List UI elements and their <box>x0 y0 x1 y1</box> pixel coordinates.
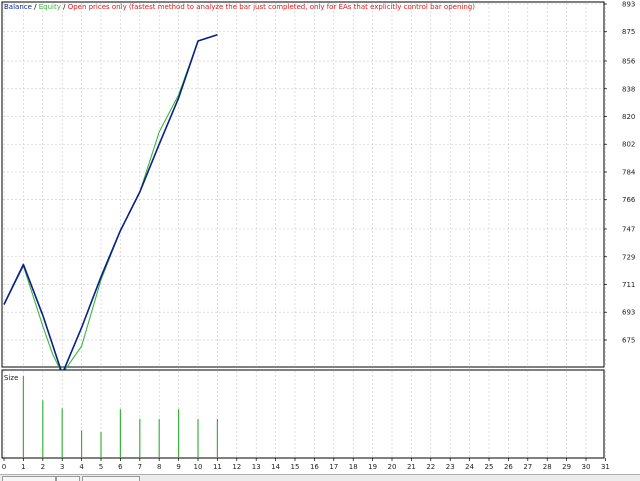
x-tick-label: 21 <box>407 463 416 471</box>
x-tick-label: 17 <box>329 463 338 471</box>
x-tick-label: 7 <box>138 463 142 471</box>
y-tick-label: 747 <box>622 226 635 234</box>
x-tick-label: 5 <box>99 463 103 471</box>
x-tick-label: 13 <box>252 463 261 471</box>
legend-balance: Balance <box>4 3 32 11</box>
x-tick-label: 31 <box>601 463 610 471</box>
x-tick-label: 6 <box>118 463 123 471</box>
x-tick-label: 14 <box>271 463 280 471</box>
tab-graph[interactable] <box>82 476 140 481</box>
y-tick-label: 675 <box>622 336 635 344</box>
x-tick-label: 16 <box>310 463 319 471</box>
x-tick-label: 2 <box>41 463 45 471</box>
x-tick-label: 27 <box>523 463 532 471</box>
y-tick-label: 729 <box>622 253 635 261</box>
legend-separator: / <box>61 3 68 11</box>
backtest-chart: 675693711729747766784802820838856875893 … <box>1 1 636 471</box>
x-tick-label: 0 <box>2 463 6 471</box>
x-tick-label: 4 <box>79 463 84 471</box>
equity-y-axis: 675 693 711 729 747 766 784 802 820 838 856 875 893 <box>604 1 636 344</box>
y-tick-label: 875 <box>622 28 635 36</box>
x-tick-label: 23 <box>446 463 455 471</box>
x-tick-label: 3 <box>60 463 64 471</box>
y-tick-label: 766 <box>622 196 636 204</box>
y-tick-label: 802 <box>622 141 635 149</box>
x-tick-label: 25 <box>485 463 494 471</box>
x-tick-label: 18 <box>349 463 358 471</box>
y-tick-label: 784 <box>622 168 636 176</box>
legend-equity: Equity <box>39 3 61 11</box>
legend-test-mode: Open prices only (fastest method to anal… <box>68 3 476 11</box>
size-panel-label: Size <box>4 374 18 382</box>
x-tick-label: 11 <box>213 463 222 471</box>
x-tick-label: 28 <box>543 463 552 471</box>
x-tick-label: 26 <box>504 463 513 471</box>
x-tick-label: 1 <box>21 463 25 471</box>
x-tick-label: 30 <box>582 463 591 471</box>
x-tick-label: 15 <box>291 463 300 471</box>
x-tick-label: 9 <box>176 463 180 471</box>
x-axis: 0 1 2 3 4 5 6 7 8 9 10 11 12 13 14 15 16 17 18 19 20 21 22 23 24… <box>2 458 610 471</box>
y-tick-label: 893 <box>622 1 635 9</box>
size-panel <box>1 369 605 459</box>
tab-results[interactable] <box>56 476 80 481</box>
chart-legend: Balance / Equity / Open prices only (fas… <box>4 3 475 11</box>
y-tick-label: 693 <box>622 309 635 317</box>
x-tick-label: 8 <box>157 463 161 471</box>
x-tick-label: 19 <box>368 463 377 471</box>
x-tick-label: 12 <box>232 463 241 471</box>
y-tick-label: 820 <box>622 113 635 121</box>
y-tick-label: 838 <box>622 85 635 93</box>
x-tick-label: 20 <box>388 463 397 471</box>
y-tick-label: 856 <box>622 58 636 66</box>
x-tick-label: 10 <box>194 463 203 471</box>
tab-settings[interactable] <box>2 476 56 481</box>
legend-separator: / <box>32 3 39 11</box>
y-tick-label: 711 <box>622 281 635 289</box>
x-tick-label: 22 <box>426 463 435 471</box>
x-tick-label: 29 <box>562 463 571 471</box>
x-tick-label: 24 <box>465 463 474 471</box>
